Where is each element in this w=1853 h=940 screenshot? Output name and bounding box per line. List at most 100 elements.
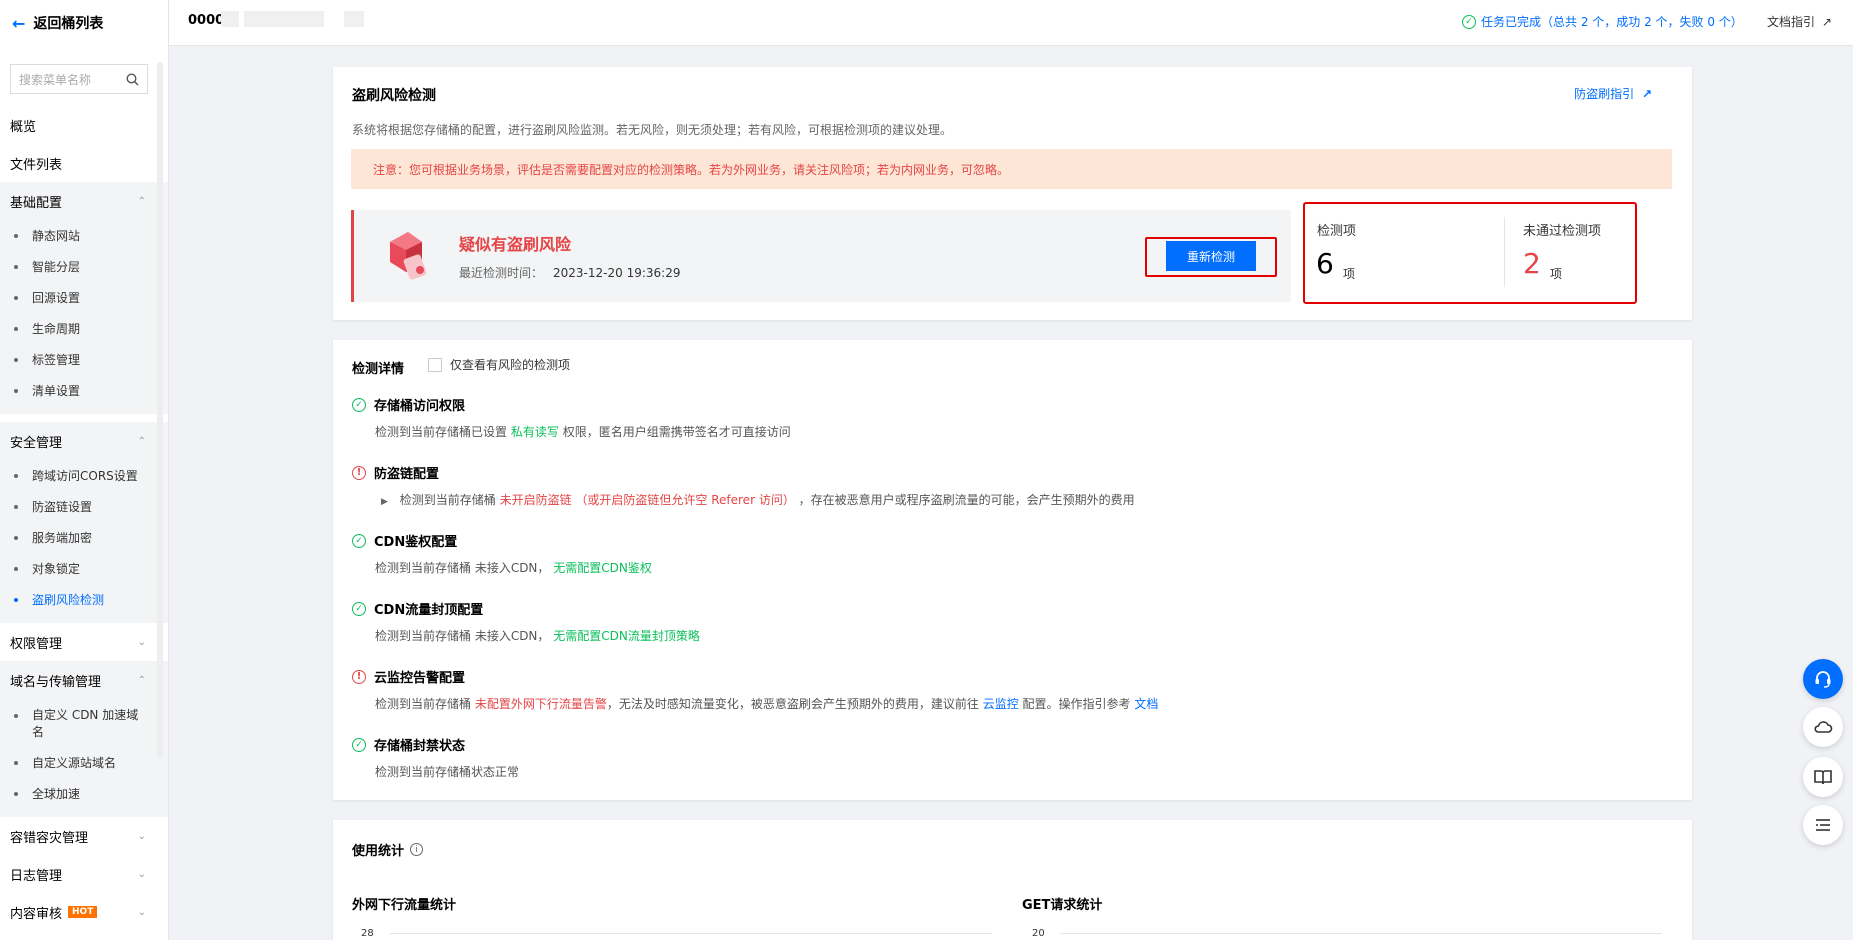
list-icon	[1816, 819, 1830, 831]
check-item-desc[interactable]: ▶ 检测到当前存储桶 未开启防盗链 （或开启防盗链但允许空 Referer 访问…	[381, 491, 1135, 508]
check-item-cdn-auth: ✓ CDN鉴权配置	[352, 531, 457, 550]
check-item-hotlink: ! 防盗链配置	[352, 463, 439, 482]
doc-link[interactable]: 文档	[1134, 697, 1158, 711]
last-check-time: 最近检测时间： 2023-12-20 19:36:29	[459, 266, 681, 280]
headset-icon	[1815, 671, 1831, 688]
nav-inventory[interactable]: 清单设置	[0, 375, 168, 414]
check-items-label: 检测项	[1317, 224, 1357, 239]
nav-group-audit[interactable]: 内容审核 HOT ⌄	[0, 893, 168, 931]
check-item-desc: 检测到当前存储桶状态正常	[375, 765, 520, 779]
nav-lifecycle[interactable]: 生命周期	[0, 313, 168, 344]
risk-status-title: 疑似有盗刷风险	[459, 235, 572, 254]
check-items-unit: 项	[1343, 267, 1356, 281]
doc-guide-link[interactable]: 文档指引 ↗	[1767, 13, 1832, 30]
bucket-name: 0000	[188, 13, 225, 28]
check-circle-icon: ✓	[352, 397, 366, 412]
nav-group-disaster[interactable]: 容错容灾管理 ⌄	[0, 817, 168, 855]
usage-stats-card: 使用统计 i 外网下行流量统计 28 GET请求统计 20	[333, 820, 1692, 940]
external-link-icon: ↗	[1821, 15, 1832, 29]
check-item-desc: 检测到当前存储桶已设置 私有读写 权限，匿名用户组需携带签名才可直接访问	[375, 425, 791, 439]
chevron-up-icon: ⌃	[137, 195, 146, 207]
recheck-button[interactable]: 重新检测	[1166, 241, 1256, 271]
chart-axis-tick: 20	[1032, 928, 1045, 939]
check-items-count: 6	[1316, 247, 1334, 280]
chart-grid-line	[390, 933, 992, 934]
risk-only-filter[interactable]: 仅查看有风险的检测项	[428, 356, 570, 373]
chevron-down-icon: ⌄	[137, 636, 146, 648]
notice-banner: 注意：您可根据业务场景，评估是否需要配置对应的检测策略。若为外网业务，请关注风险…	[351, 149, 1672, 189]
search-icon[interactable]	[126, 72, 139, 86]
chevron-up-icon: ⌃	[137, 674, 146, 686]
failed-items-label: 未通过检测项	[1523, 224, 1602, 239]
menu-search-input[interactable]: 搜索菜单名称	[10, 64, 148, 94]
nav-cors[interactable]: 跨域访问CORS设置	[0, 460, 168, 491]
nav-global-acceleration[interactable]: 全球加速	[0, 778, 168, 817]
nav-tag-management[interactable]: 标签管理	[0, 344, 168, 375]
chevron-up-icon: ⌃	[137, 435, 146, 447]
check-circle-icon: ✓	[352, 737, 366, 752]
topbar: 0000 ✓ 任务已完成（总共 2 个，成功 2 个，失败 0 个） 文档指引 …	[169, 0, 1853, 46]
nav-intelligent-tiering[interactable]: 智能分层	[0, 251, 168, 282]
customer-service-button[interactable]	[1803, 659, 1843, 699]
nav-origin-settings[interactable]: 回源设置	[0, 282, 168, 313]
nav-group-domain-title[interactable]: 域名与传输管理 ⌃	[0, 661, 168, 699]
sidebar-scrollbar[interactable]	[157, 62, 163, 758]
check-circle-icon: ✓	[352, 533, 366, 548]
sidebar: ← 返回桶列表 搜索菜单名称 概览 文件列表 基础配置 ⌃ 静态网站 智能分层 回…	[0, 0, 169, 940]
info-icon[interactable]: i	[410, 843, 424, 856]
cloud-icon	[1814, 721, 1833, 733]
nav-risk-detection[interactable]: 盗刷风险检测	[0, 584, 168, 623]
cloud-monitor-link[interactable]: 云监控	[983, 697, 1019, 711]
redacted-bucket-name	[244, 11, 324, 27]
exclamation-circle-icon: !	[352, 669, 366, 684]
book-icon	[1814, 770, 1832, 785]
risk-card-title: 盗刷风险检测	[352, 88, 436, 104]
check-circle-icon: ✓	[352, 601, 366, 616]
risk-detection-card: 盗刷风险检测 防盗刷指引 ↗ 系统将根据您存储桶的配置，进行盗刷风险监测。若无风…	[333, 67, 1692, 320]
arrow-left-icon: ←	[12, 13, 26, 33]
risk-card-description: 系统将根据您存储桶的配置，进行盗刷风险监测。若无风险，则无须处理；若有风险，可根…	[352, 123, 953, 137]
failed-items-unit: 项	[1550, 267, 1563, 281]
check-item-cdn-cap: ✓ CDN流量封顶配置	[352, 599, 483, 618]
check-item-desc: 检测到当前存储桶 未配置外网下行流量告警，无法及时感知流量变化，被恶意盗刷会产生…	[375, 697, 1159, 711]
stat-divider	[1504, 217, 1505, 287]
check-item-bucket-ban: ✓ 存储桶封禁状态	[352, 735, 465, 754]
check-item-access-permission: ✓ 存储桶访问权限	[352, 395, 465, 414]
nav-file-list[interactable]: 文件列表	[0, 144, 168, 182]
nav-overview[interactable]: 概览	[0, 106, 168, 144]
check-item-desc: 检测到当前存储桶 未接入CDN， 无需配置CDN鉴权	[375, 561, 652, 575]
nav-group-permission[interactable]: 权限管理 ⌄	[0, 623, 168, 661]
exclamation-circle-icon: !	[352, 465, 366, 480]
menu-list-button[interactable]	[1803, 805, 1843, 845]
nav-group-security-title[interactable]: 安全管理 ⌃	[0, 422, 168, 460]
chevron-down-icon: ⌄	[137, 868, 146, 880]
risk-only-checkbox[interactable]	[428, 357, 442, 372]
chart-grid-line	[1060, 933, 1662, 934]
nav-group-domain: 域名与传输管理 ⌃ 自定义 CDN 加速域名 自定义源站域名 全球加速	[0, 661, 168, 817]
nav-cdn-domain[interactable]: 自定义 CDN 加速域名	[0, 699, 168, 747]
failed-items-count: 2	[1523, 247, 1541, 280]
nav-object-lock[interactable]: 对象锁定	[0, 553, 168, 584]
external-link-icon: ↗	[1641, 87, 1652, 101]
chevron-down-icon: ⌄	[137, 830, 146, 842]
nav-origin-domain[interactable]: 自定义源站域名	[0, 747, 168, 778]
chart-title-outbound-traffic: 外网下行流量统计	[352, 898, 457, 913]
warning-cube-icon	[390, 232, 427, 280]
task-status[interactable]: ✓ 任务已完成（总共 2 个，成功 2 个，失败 0 个）	[1462, 13, 1743, 30]
check-item-desc: 检测到当前存储桶 未接入CDN， 无需配置CDN流量封顶策略	[375, 629, 700, 643]
check-item-monitor-alarm: ! 云监控告警配置	[352, 667, 465, 686]
nav-hotlink[interactable]: 防盗链设置	[0, 491, 168, 522]
nav-group-basic: 基础配置 ⌃ 静态网站 智能分层 回源设置 生命周期 标签管理 清单设置	[0, 182, 168, 414]
nav-encryption[interactable]: 服务端加密	[0, 522, 168, 553]
docs-button[interactable]	[1803, 757, 1843, 797]
redacted-bucket-name	[221, 11, 239, 27]
chart-title-get-requests: GET请求统计	[1022, 898, 1103, 913]
highlight-box	[1303, 202, 1637, 304]
nav-static-website[interactable]: 静态网站	[0, 220, 168, 251]
back-to-bucket-list[interactable]: ← 返回桶列表	[0, 0, 168, 46]
nav-group-log[interactable]: 日志管理 ⌄	[0, 855, 168, 893]
caret-right-icon[interactable]: ▶	[381, 497, 388, 507]
nav-group-basic-title[interactable]: 基础配置 ⌃	[0, 182, 168, 220]
anti-fraud-guide-link[interactable]: 防盗刷指引 ↗	[1574, 85, 1652, 102]
cloud-button[interactable]	[1803, 707, 1843, 747]
